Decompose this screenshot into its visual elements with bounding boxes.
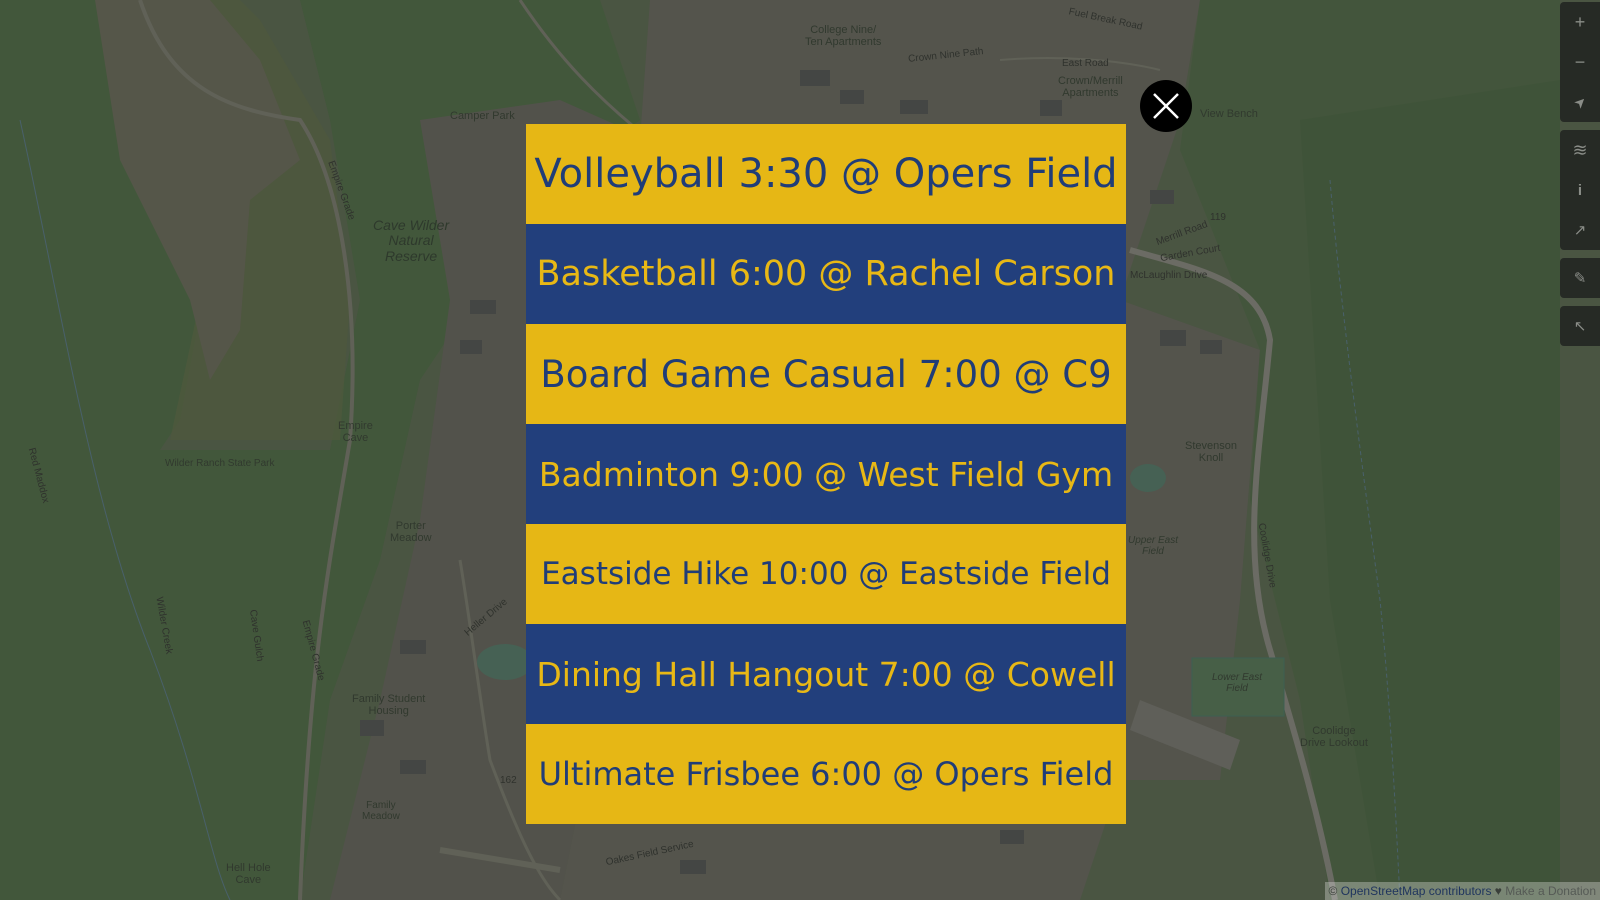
- event-label: Eastside Hike 10:00 @ Eastside Field: [541, 556, 1111, 592]
- event-label: Ultimate Frisbee 6:00 @ Opers Field: [538, 755, 1114, 793]
- query-features-icon[interactable]: ↖: [1560, 306, 1600, 346]
- event-label: Dining Hall Hangout 7:00 @ Cowell: [536, 654, 1116, 694]
- copyright-text: ©: [1328, 884, 1341, 898]
- event-row[interactable]: Ultimate Frisbee 6:00 @ Opers Field: [526, 724, 1126, 824]
- close-icon: [1153, 93, 1179, 119]
- donate-link[interactable]: Make a Donation: [1505, 884, 1596, 898]
- events-modal: Volleyball 3:30 @ Opers Field Basketball …: [526, 124, 1126, 824]
- zoom-in-button[interactable]: +: [1560, 2, 1600, 42]
- map-attribution: © OpenStreetMap contributors ♥ Make a Do…: [1324, 882, 1600, 900]
- event-row[interactable]: Badminton 9:00 @ West Field Gym: [526, 424, 1126, 524]
- event-row[interactable]: Board Game Casual 7:00 @ C9: [526, 324, 1126, 424]
- zoom-controls: + − ➤: [1560, 2, 1600, 122]
- query-tool: ↖: [1560, 306, 1600, 346]
- event-row[interactable]: Eastside Hike 10:00 @ Eastside Field: [526, 524, 1126, 624]
- event-label: Board Game Casual 7:00 @ C9: [540, 352, 1112, 396]
- event-row[interactable]: Dining Hall Hangout 7:00 @ Cowell: [526, 624, 1126, 724]
- event-row[interactable]: Basketball 6:00 @ Rachel Carson: [526, 224, 1126, 324]
- share-icon[interactable]: ↗: [1560, 210, 1600, 250]
- note-tool: ✎: [1560, 258, 1600, 298]
- map-controls: + − ➤ ≋ i ↗ ✎ ↖: [1560, 2, 1600, 354]
- info-icon[interactable]: i: [1560, 170, 1600, 210]
- event-label: Basketball 6:00 @ Rachel Carson: [536, 254, 1116, 294]
- event-row[interactable]: Volleyball 3:30 @ Opers Field: [526, 124, 1126, 224]
- add-note-icon[interactable]: ✎: [1560, 258, 1600, 298]
- close-button[interactable]: [1140, 80, 1192, 132]
- event-label: Badminton 9:00 @ West Field Gym: [538, 454, 1114, 494]
- osm-contributors-link[interactable]: OpenStreetMap contributors: [1341, 884, 1492, 898]
- event-label: Volleyball 3:30 @ Opers Field: [534, 151, 1118, 197]
- heart-icon: ♥: [1491, 884, 1506, 898]
- map-tools: ≋ i ↗: [1560, 130, 1600, 250]
- layers-icon[interactable]: ≋: [1560, 130, 1600, 170]
